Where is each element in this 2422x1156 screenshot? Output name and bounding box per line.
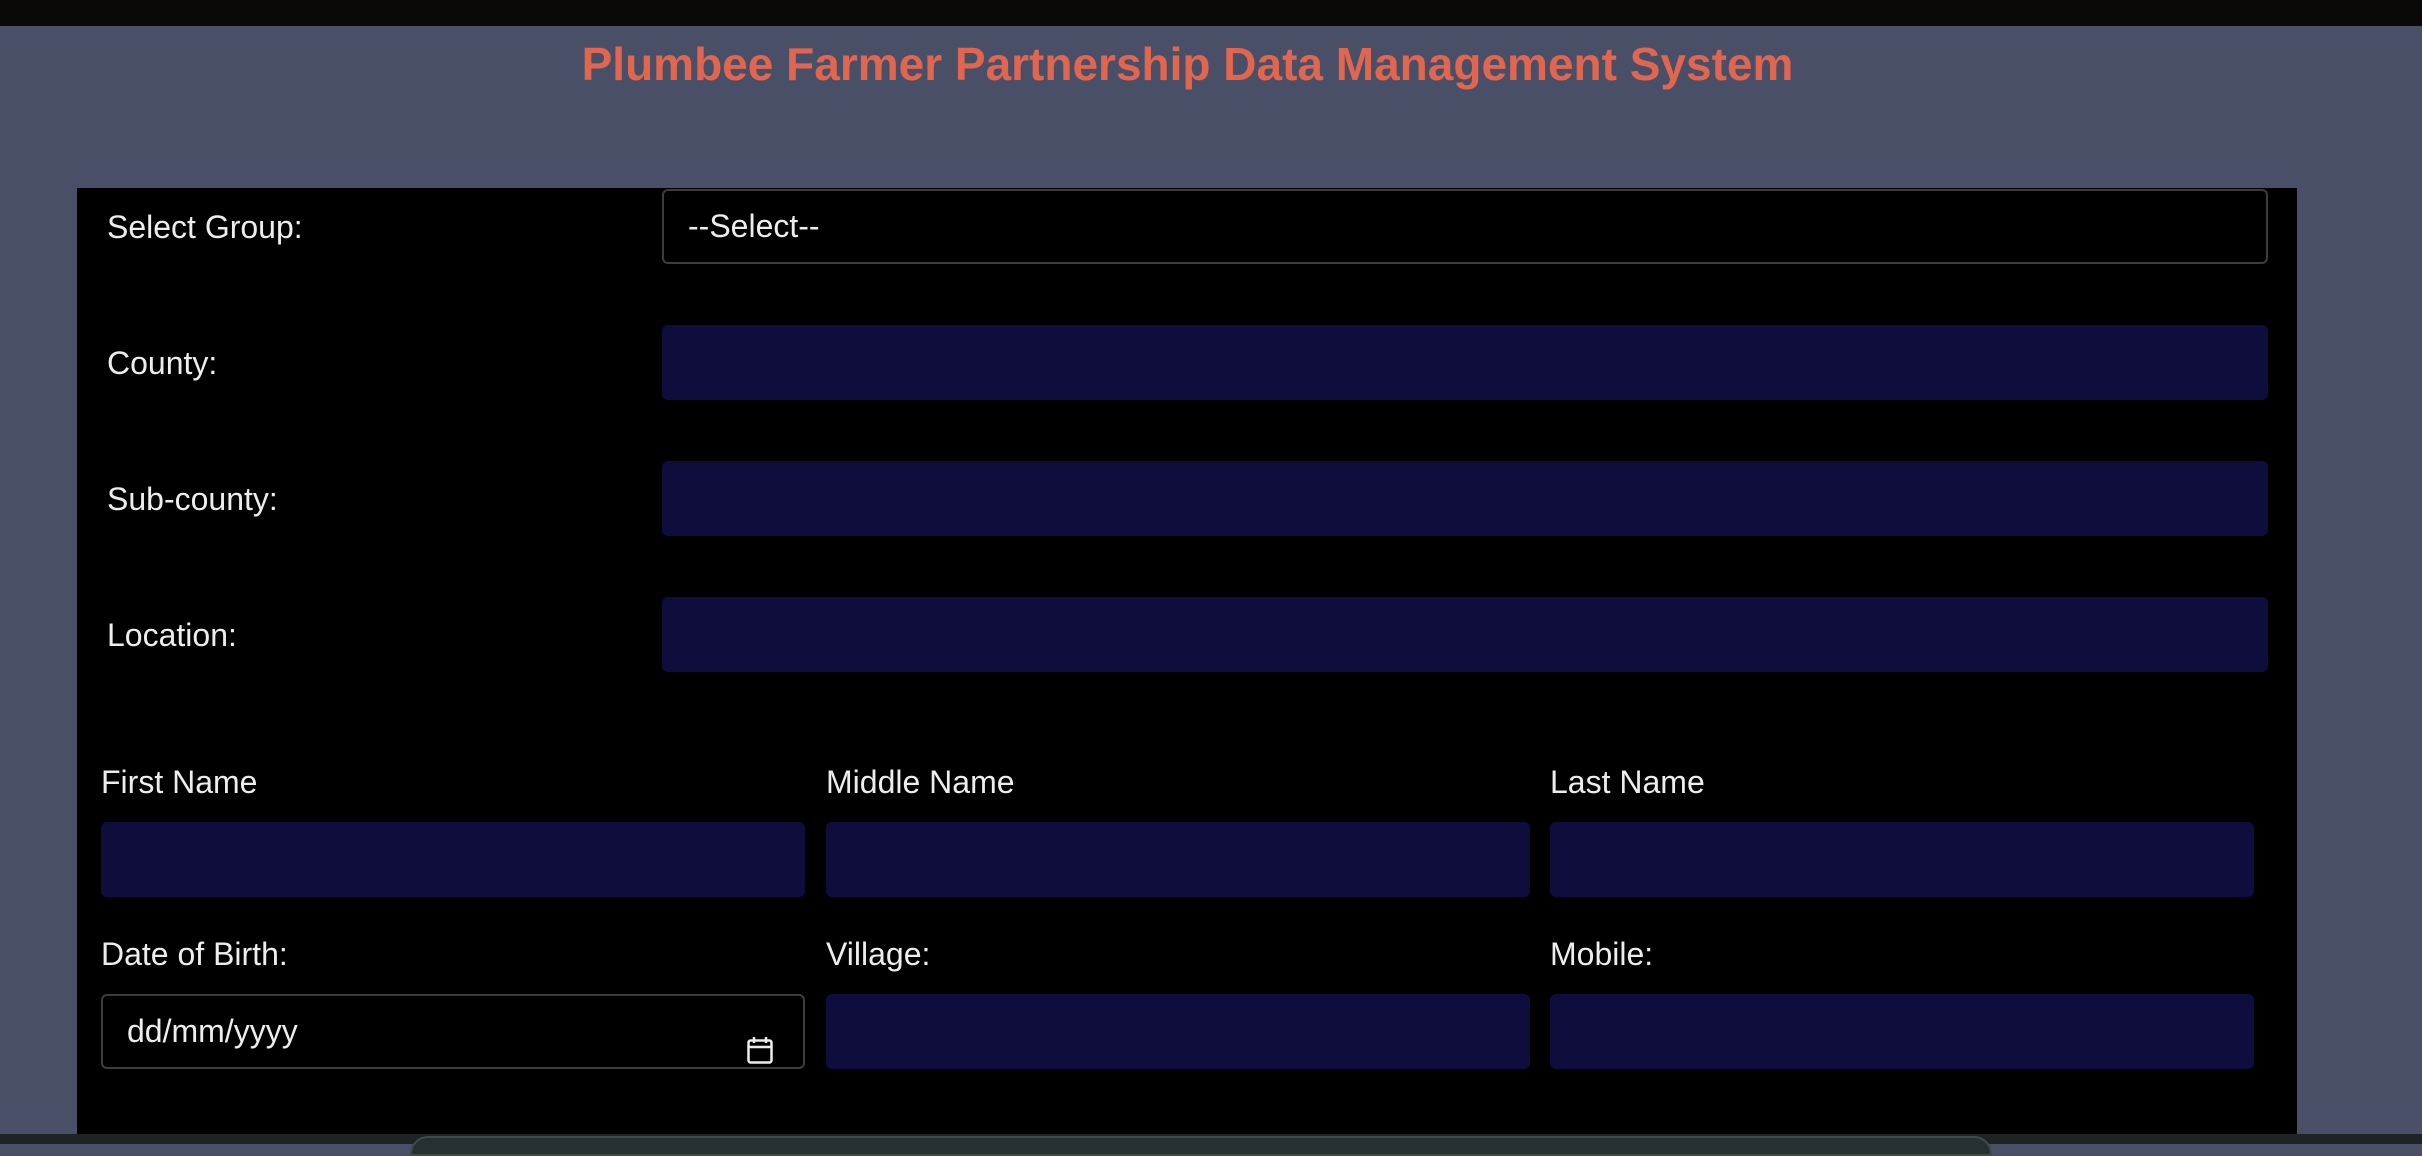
top-bar xyxy=(0,0,2422,26)
group-select[interactable]: --Select-- xyxy=(662,189,2268,264)
village-label: Village: xyxy=(826,936,931,972)
dob-input[interactable]: dd/mm/yyyy xyxy=(101,994,805,1069)
middle-name-label: Middle Name xyxy=(826,764,1015,800)
mobile-label: Mobile: xyxy=(1550,936,1654,972)
calendar-icon[interactable] xyxy=(747,1018,773,1064)
location-input[interactable] xyxy=(662,597,2268,672)
page-title: Plumbee Farmer Partnership Data Manageme… xyxy=(581,38,1794,90)
subcounty-label: Sub-county: xyxy=(107,481,278,517)
dob-label: Date of Birth: xyxy=(101,936,288,972)
select-group-label: Select Group: xyxy=(107,209,303,245)
subcounty-input[interactable] xyxy=(662,461,2268,536)
dob-placeholder: dd/mm/yyyy xyxy=(127,1013,298,1049)
last-name-label: Last Name xyxy=(1550,764,1705,800)
last-name-input[interactable] xyxy=(1550,822,2254,897)
middle-name-input[interactable] xyxy=(826,822,1530,897)
village-input[interactable] xyxy=(826,994,1530,1069)
first-name-label: First Name xyxy=(101,764,258,800)
county-label: County: xyxy=(107,345,218,381)
bottom-panel-edge xyxy=(410,1136,1992,1156)
location-label: Location: xyxy=(107,617,237,653)
county-input[interactable] xyxy=(662,325,2268,400)
mobile-input[interactable] xyxy=(1550,994,2254,1069)
farmer-form: Select Group: --Select-- County: Sub-cou… xyxy=(77,188,2297,1144)
first-name-input[interactable] xyxy=(101,822,805,897)
group-select-value: --Select-- xyxy=(688,208,820,244)
